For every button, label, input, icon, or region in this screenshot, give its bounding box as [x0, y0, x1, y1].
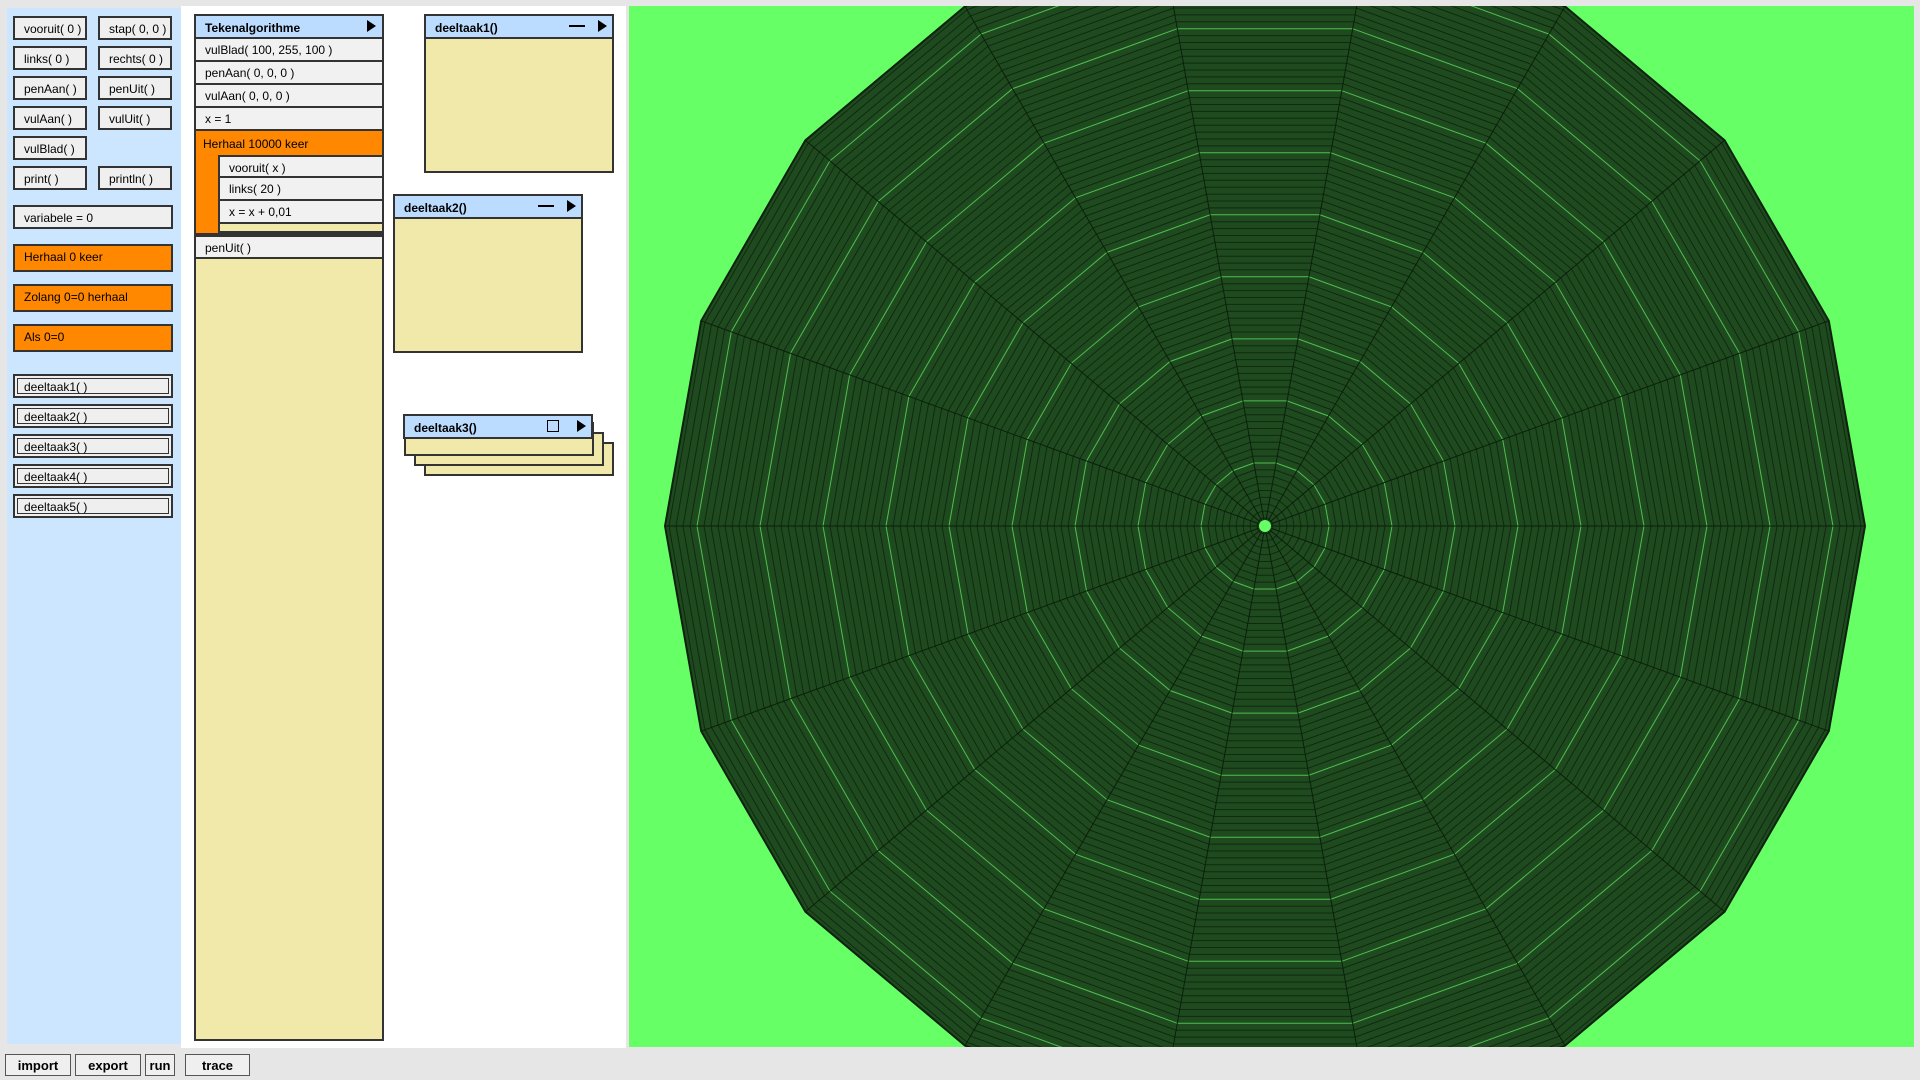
palette-links[interactable]: links( 0 ) [13, 46, 87, 70]
subtask2-body[interactable] [393, 219, 583, 353]
palette-penuit[interactable]: penUit( ) [98, 76, 172, 100]
palette-penaan[interactable]: penAan( ) [13, 76, 87, 100]
import-button[interactable]: import [5, 1054, 71, 1076]
export-button[interactable]: export [75, 1054, 141, 1076]
subtask2-header[interactable]: deeltaak2() [393, 194, 583, 219]
subtask1-body[interactable] [424, 39, 614, 173]
palette-variabele[interactable]: variabele = 0 [13, 205, 173, 229]
play-icon[interactable] [577, 420, 586, 432]
stmt-vulblad[interactable]: vulBlad( 100, 255, 100 ) [194, 39, 384, 62]
loop-stmt-vooruit[interactable]: vooruit( x ) [218, 155, 384, 178]
palette-herhaal[interactable]: Herhaal 0 keer [13, 244, 173, 272]
palette-zolang[interactable]: Zolang 0=0 herhaal [13, 284, 173, 312]
palette-vulblad[interactable]: vulBlad( ) [13, 136, 87, 160]
algorithm-header[interactable]: Tekenalgorithme [194, 14, 384, 39]
subtask2-title: deeltaak2() [404, 201, 467, 215]
subtask3-header[interactable]: deeltaak3() [403, 414, 593, 439]
minimize-icon[interactable] [538, 205, 554, 207]
play-icon[interactable] [367, 20, 376, 32]
palette-print[interactable]: print( ) [13, 166, 87, 190]
run-button[interactable]: run [145, 1054, 175, 1076]
palette-deeltaak5[interactable]: deeltaak5( ) [13, 494, 173, 518]
stmt-assign-x[interactable]: x = 1 [194, 108, 384, 131]
palette-rechts[interactable]: rechts( 0 ) [98, 46, 172, 70]
stmt-vulaan[interactable]: vulAan( 0, 0, 0 ) [194, 85, 384, 108]
algorithm-title: Tekenalgorithme [205, 21, 301, 35]
command-palette: vooruit( 0 ) stap( 0, 0 ) links( 0 ) rec… [7, 8, 181, 1044]
restore-icon[interactable] [547, 420, 559, 432]
palette-deeltaak4[interactable]: deeltaak4( ) [13, 464, 173, 488]
bottom-toolbar: import export run trace [0, 1048, 1920, 1080]
program-workspace: Tekenalgorithme vulBlad( 100, 255, 100 )… [181, 6, 626, 1048]
loop-drop-slot[interactable] [218, 224, 384, 233]
minimize-icon[interactable] [569, 25, 585, 27]
palette-deeltaak3[interactable]: deeltaak3( ) [13, 434, 173, 458]
trace-button[interactable]: trace [185, 1054, 250, 1076]
stmt-penuit[interactable]: penUit( ) [194, 235, 384, 259]
palette-deeltaak2[interactable]: deeltaak2( ) [13, 404, 173, 428]
turtle-position-dot [1259, 520, 1271, 532]
play-icon[interactable] [567, 200, 576, 212]
palette-als[interactable]: Als 0=0 [13, 324, 173, 352]
subtask1-title: deeltaak1() [435, 21, 498, 35]
palette-vooruit[interactable]: vooruit( 0 ) [13, 16, 87, 40]
palette-stap[interactable]: stap( 0, 0 ) [98, 16, 172, 40]
palette-deeltaak1[interactable]: deeltaak1( ) [13, 374, 173, 398]
palette-vulaan[interactable]: vulAan( ) [13, 106, 87, 130]
subtask3-title: deeltaak3() [414, 421, 477, 435]
loop-header: Herhaal 10000 keer [203, 137, 309, 151]
stmt-penaan[interactable]: penAan( 0, 0, 0 ) [194, 62, 384, 85]
play-icon[interactable] [598, 20, 607, 32]
subtask1-header[interactable]: deeltaak1() [424, 14, 614, 39]
palette-println[interactable]: println( ) [98, 166, 172, 190]
algorithm-drop-area[interactable] [194, 259, 384, 1041]
loop-stmt-links[interactable]: links( 20 ) [218, 178, 384, 201]
turtle-drawing [663, 6, 1867, 1047]
loop-stmt-increment[interactable]: x = x + 0,01 [218, 201, 384, 224]
drawing-canvas[interactable] [629, 6, 1914, 1047]
palette-vuluit[interactable]: vulUit( ) [98, 106, 172, 130]
